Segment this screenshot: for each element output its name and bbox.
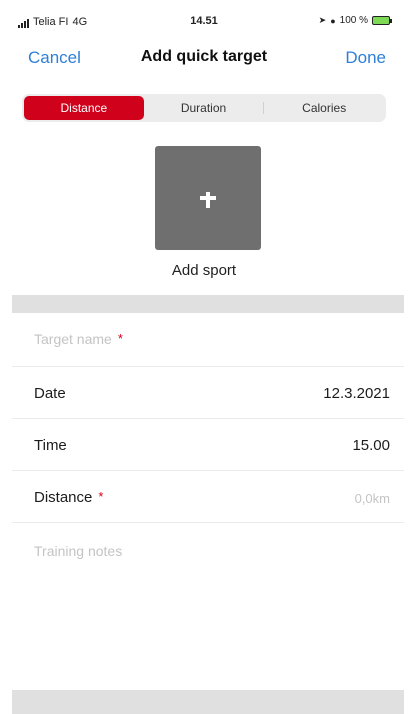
distance-input[interactable]: 0,0km <box>355 491 390 506</box>
add-sport-button[interactable] <box>155 146 261 250</box>
time-row[interactable]: Time 15.00 <box>12 419 404 471</box>
distance-label: Distance <box>34 489 93 506</box>
training-notes-field[interactable]: Training notes <box>12 523 404 683</box>
done-button[interactable]: Done <box>345 48 386 68</box>
target-name-placeholder: Target name <box>34 331 112 347</box>
distance-label-wrap: Distance * <box>34 489 103 506</box>
required-marker: * <box>117 331 123 346</box>
date-row[interactable]: Date 12.3.2021 <box>12 367 404 419</box>
date-value: 12.3.2021 <box>323 385 390 402</box>
nav-bar: Cancel Add quick target Done <box>0 38 408 78</box>
target-type-segmented-control: Distance Duration Calories <box>22 94 386 122</box>
segment-distance[interactable]: Distance <box>24 96 144 120</box>
status-right: ➤ ● 100 % <box>318 15 392 26</box>
battery-icon <box>372 16 392 25</box>
battery-percent: 100 % <box>339 15 368 26</box>
alarm-icon: ● <box>330 15 336 26</box>
target-form: Target name * Date 12.3.2021 Time 15.00 D… <box>12 313 404 683</box>
section-separator <box>12 295 404 313</box>
training-notes-placeholder: Training notes <box>34 543 123 559</box>
segment-duration[interactable]: Duration <box>144 96 264 120</box>
target-name-field[interactable]: Target name * <box>12 313 404 367</box>
required-marker: * <box>98 489 104 504</box>
time-label: Time <box>34 437 67 454</box>
location-arrow-icon: ➤ <box>318 15 327 25</box>
date-label: Date <box>34 385 66 402</box>
bottom-separator <box>12 690 404 714</box>
plus-icon <box>155 146 261 250</box>
time-value: 15.00 <box>352 437 390 454</box>
status-bar: Telia FI 4G 14.51 ➤ ● 100 % <box>0 0 408 36</box>
target-name-placeholder-wrap: Target name * <box>34 331 123 348</box>
add-sport-label: Add sport <box>171 262 237 279</box>
segment-calories[interactable]: Calories <box>264 96 384 120</box>
distance-row[interactable]: Distance * 0,0km <box>12 471 404 523</box>
